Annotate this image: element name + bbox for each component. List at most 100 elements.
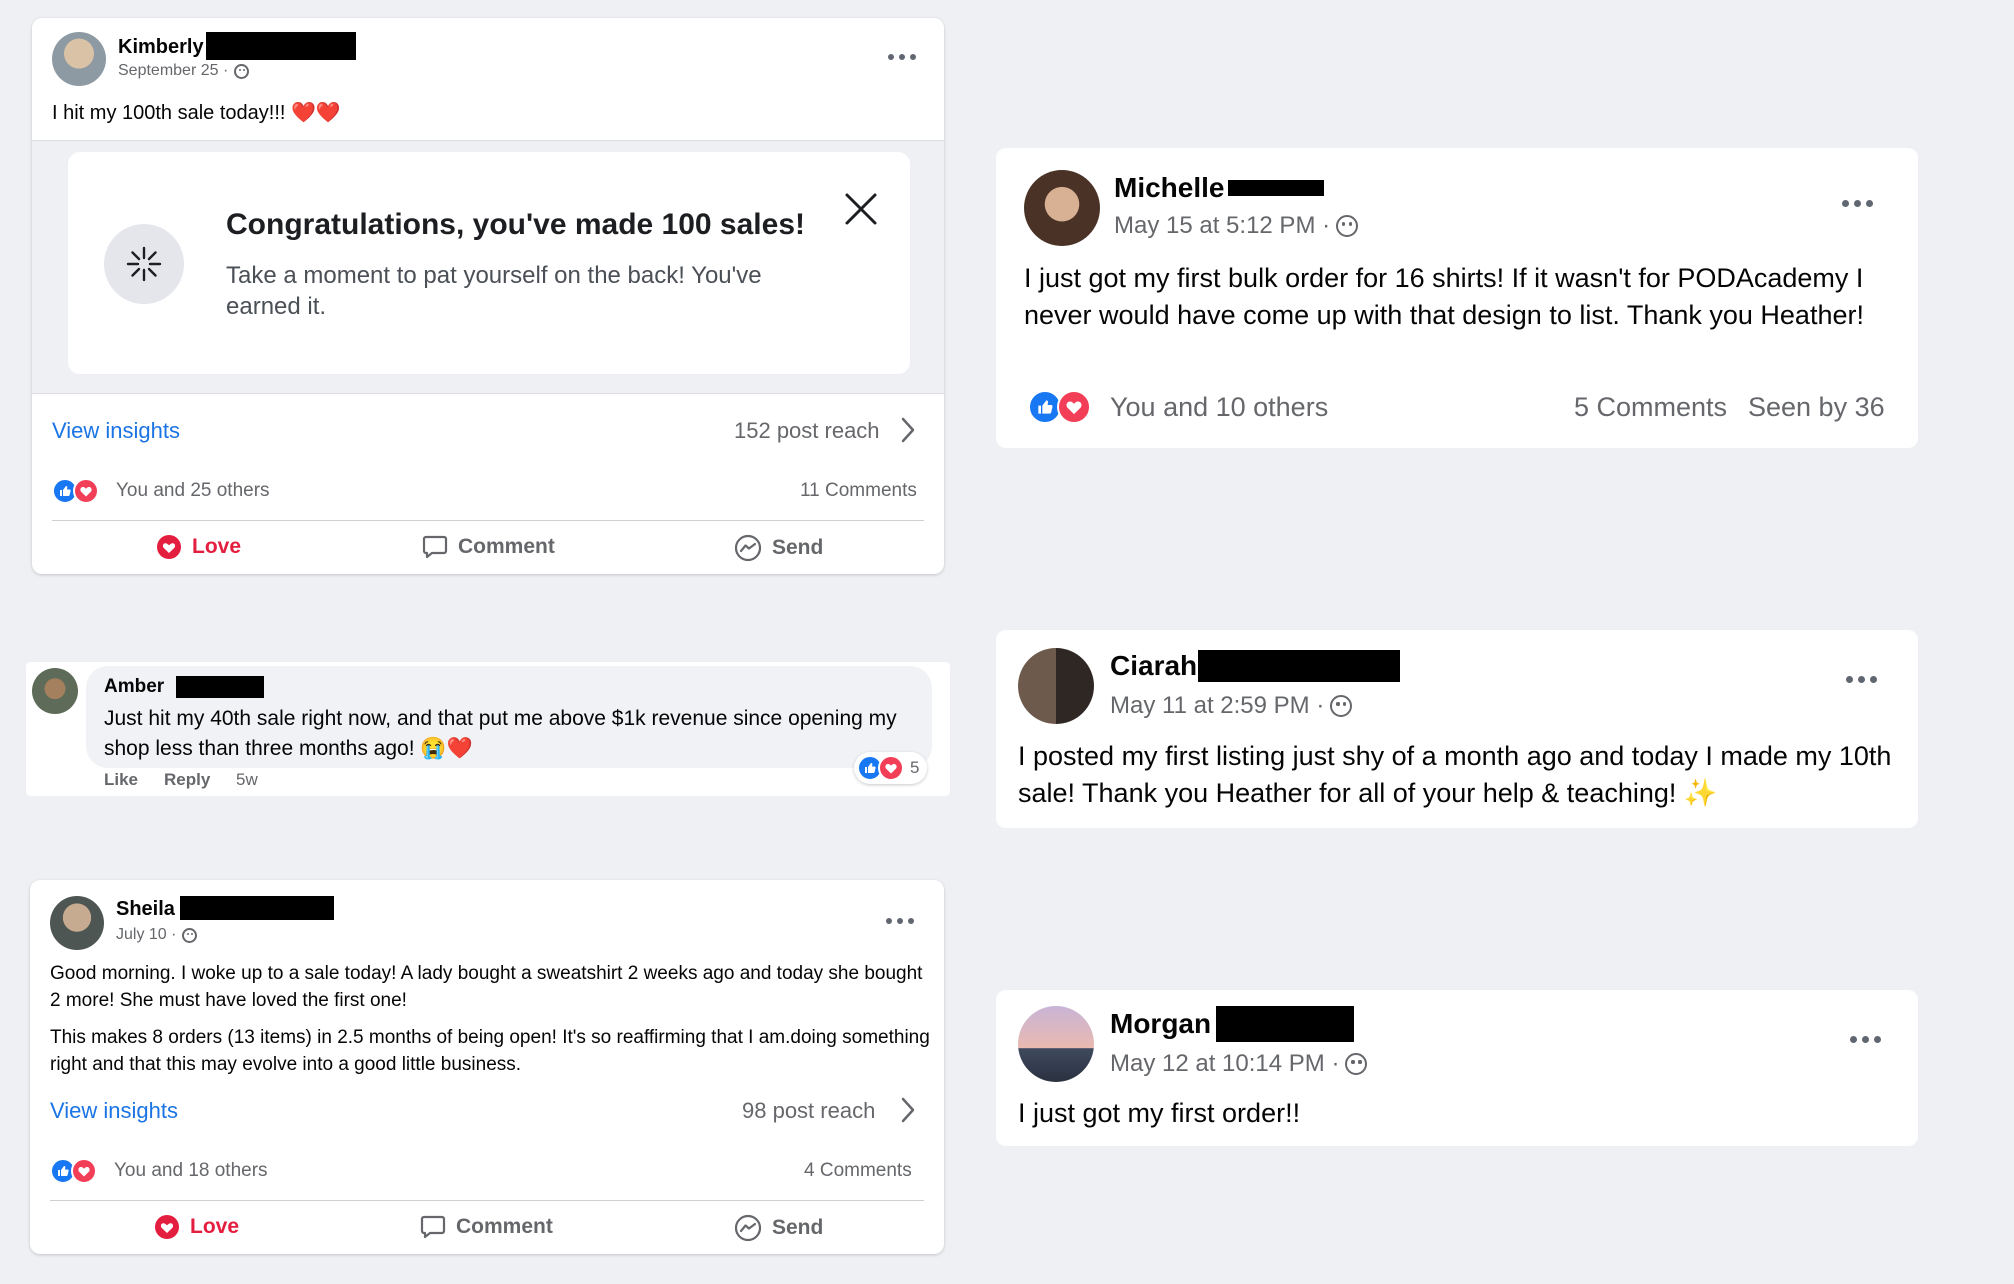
more-options-icon[interactable] — [886, 918, 914, 924]
author-name[interactable]: Sheila — [116, 898, 175, 921]
redacted-surname — [1216, 1006, 1354, 1042]
post-reach[interactable]: 152 post reach — [734, 418, 880, 444]
comment-label: Comment — [456, 1215, 553, 1238]
reaction-icons[interactable] — [52, 478, 99, 504]
close-icon[interactable] — [844, 192, 878, 226]
reaction-count: 5 — [910, 758, 920, 777]
post-date[interactable]: May 15 at 5:12 PM · — [1114, 212, 1330, 240]
globe-icon — [234, 63, 250, 79]
post-text: I hit my 100th sale today!!! ❤️❤️ — [52, 102, 341, 124]
action-divider — [52, 520, 924, 521]
avatar[interactable] — [52, 32, 106, 86]
post-card-ciarah: Ciarah May 11 at 2:59 PM · I posted my f… — [996, 630, 1918, 828]
comment-button[interactable]: Comment — [420, 1214, 553, 1240]
author-name[interactable]: Ciarah — [1110, 650, 1197, 682]
avatar[interactable] — [1018, 648, 1094, 724]
reaction-summary[interactable]: You and 18 others — [114, 1160, 268, 1182]
comment-text: Just hit my 40th sale right now, and tha… — [104, 707, 897, 760]
send-label: Send — [772, 1216, 824, 1239]
more-options-icon[interactable] — [1846, 676, 1877, 683]
send-button[interactable]: Send — [734, 534, 823, 562]
post-meta: September 25 · — [118, 62, 250, 80]
comment-age[interactable]: 5w — [236, 770, 258, 790]
send-button[interactable]: Send — [734, 1214, 823, 1242]
messenger-icon — [734, 534, 762, 562]
avatar[interactable] — [50, 896, 104, 950]
globe-icon — [1345, 1053, 1368, 1075]
milestone-icon-circle — [104, 224, 184, 304]
post-card-morgan: Morgan May 12 at 10:14 PM · I just got m… — [996, 990, 1918, 1146]
post-date[interactable]: May 12 at 10:14 PM · — [1110, 1050, 1339, 1078]
heart-icon — [157, 535, 181, 559]
post-paragraph-1: Good morning. I woke up to a sale today!… — [50, 963, 923, 1011]
comment-bubble: Amber Just hit my 40th sale right now, a… — [86, 666, 932, 768]
post-card-kimberly: Kimberly September 25 · I hit my 100th s… — [32, 18, 944, 574]
view-insights-link[interactable]: View insights — [52, 418, 180, 444]
view-insights-link[interactable]: View insights — [50, 1098, 178, 1124]
comment-icon — [420, 1215, 446, 1239]
love-reaction-icon — [878, 755, 904, 781]
post-text: I just got my first order!! — [1018, 1098, 1301, 1128]
author-name[interactable]: Amber — [104, 676, 164, 698]
post-meta: May 15 at 5:12 PM · — [1114, 212, 1359, 240]
reaction-icons[interactable] — [1028, 390, 1091, 424]
author-name[interactable]: Kimberly — [118, 36, 204, 59]
reaction-pill[interactable]: 5 — [854, 752, 928, 784]
comment-count[interactable]: 4 Comments — [804, 1160, 912, 1182]
post-date[interactable]: September 25 · — [118, 62, 228, 80]
love-label: Love — [192, 535, 242, 558]
globe-icon — [1330, 695, 1353, 717]
love-label: Love — [190, 1215, 240, 1238]
comment-label: Comment — [458, 535, 555, 558]
globe-icon — [1336, 215, 1359, 237]
author-name[interactable]: Morgan — [1110, 1008, 1211, 1040]
like-link[interactable]: Like — [104, 770, 138, 790]
more-options-icon[interactable] — [1850, 1036, 1881, 1043]
love-button[interactable]: Love — [156, 534, 241, 560]
milestone-body: Take a moment to pat yourself on the bac… — [226, 262, 762, 320]
send-label: Send — [772, 536, 824, 559]
reaction-summary[interactable]: You and 25 others — [116, 480, 270, 502]
comment-card-amber: Amber Just hit my 40th sale right now, a… — [26, 662, 950, 796]
chevron-right-icon[interactable] — [900, 1096, 916, 1124]
post-reach[interactable]: 98 post reach — [742, 1098, 875, 1124]
action-divider — [50, 1200, 924, 1201]
post-paragraph-2: This makes 8 orders (13 items) in 2.5 mo… — [50, 1027, 930, 1075]
post-text: I just got my first bulk order for 16 sh… — [1024, 263, 1864, 330]
more-options-icon[interactable] — [888, 54, 916, 60]
reaction-icons[interactable] — [50, 1158, 97, 1184]
comment-count[interactable]: 5 Comments — [1574, 392, 1727, 423]
redacted-surname — [1228, 180, 1324, 196]
comment-button[interactable]: Comment — [422, 534, 555, 560]
post-text: I posted my first listing just shy of a … — [1018, 741, 1892, 808]
redacted-surname — [206, 32, 356, 60]
seen-count[interactable]: Seen by 36 — [1748, 392, 1885, 423]
love-reaction-icon — [73, 478, 99, 504]
redacted-surname — [180, 896, 334, 920]
avatar[interactable] — [32, 668, 78, 714]
more-options-icon[interactable] — [1842, 200, 1873, 207]
redacted-surname — [176, 676, 264, 698]
post-card-sheila: Sheila July 10 · Good morning. I woke up… — [30, 880, 944, 1254]
love-reaction-icon — [71, 1158, 97, 1184]
post-meta: May 11 at 2:59 PM · — [1110, 692, 1353, 720]
post-card-michelle: Michelle May 15 at 5:12 PM · I just got … — [996, 148, 1918, 448]
milestone-title: Congratulations, you've made 100 sales! — [226, 208, 805, 241]
heart-icon — [155, 1215, 179, 1239]
post-date[interactable]: May 11 at 2:59 PM · — [1110, 692, 1324, 720]
comment-icon — [422, 535, 448, 559]
post-date[interactable]: July 10 · — [116, 926, 176, 944]
reply-link[interactable]: Reply — [164, 770, 210, 790]
post-meta: July 10 · — [116, 926, 198, 944]
avatar[interactable] — [1018, 1006, 1094, 1082]
comment-count[interactable]: 11 Comments — [800, 480, 917, 502]
avatar[interactable] — [1024, 170, 1100, 246]
reaction-summary[interactable]: You and 10 others — [1110, 392, 1328, 423]
messenger-icon — [734, 1214, 762, 1242]
chevron-right-icon[interactable] — [900, 416, 916, 444]
post-meta: May 12 at 10:14 PM · — [1110, 1050, 1368, 1078]
love-button[interactable]: Love — [154, 1214, 239, 1240]
globe-icon — [182, 927, 198, 943]
author-name[interactable]: Michelle — [1114, 172, 1224, 204]
milestone-banner: Congratulations, you've made 100 sales! … — [68, 152, 910, 374]
